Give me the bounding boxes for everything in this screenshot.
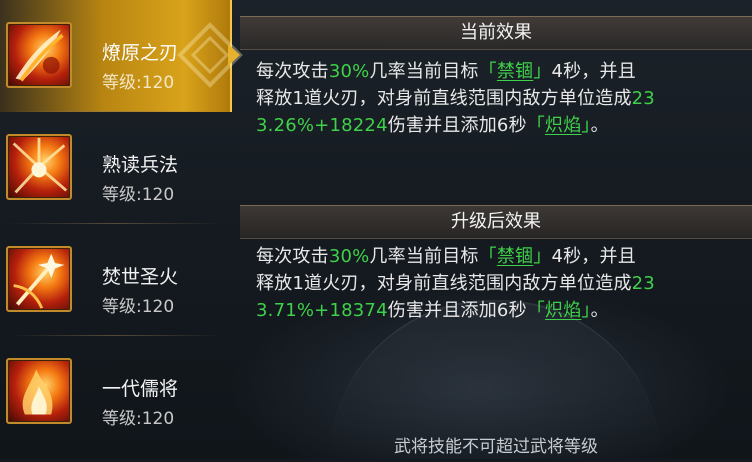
flame-blade-icon (6, 22, 72, 88)
skill-item-2[interactable]: 焚世圣火 等级:120 (0, 224, 232, 336)
imprison-link[interactable]: 「禁锢」 (479, 61, 552, 82)
selection-pointer (228, 44, 240, 66)
skill-item-1[interactable]: 熟读兵法 等级:120 (0, 112, 232, 224)
skill-level: 等级:120 (102, 73, 175, 93)
imprison-link[interactable]: 「禁锢」 (479, 246, 552, 267)
text: 每次攻击 (256, 61, 329, 82)
text: 释放1道火刃，对身前直线范围内敌方单位造成 (256, 88, 632, 109)
text: 4秒，并且 (551, 61, 636, 82)
current-effect-title: 当前效果 (240, 16, 752, 50)
skill-item-3[interactable]: 一代儒将 等级:120 (0, 336, 232, 448)
text: 。 (590, 300, 609, 321)
text: 伤害并且添加6秒 (387, 115, 527, 136)
damage-value: 3.71%+18374 (256, 300, 388, 321)
text: 几率当前目标 (369, 61, 479, 82)
text: 释放1道火刃，对身前直线范围内敌方单位造成 (256, 273, 632, 294)
chance-value: 30% (328, 61, 370, 82)
blaze-link[interactable]: 「炽焰」 (527, 115, 591, 136)
skill-name: 一代儒将 (102, 378, 179, 400)
skill-name: 熟读兵法 (102, 154, 179, 176)
damage-value: 3.26%+18224 (256, 115, 388, 136)
text: 每次攻击 (256, 246, 329, 267)
skill-name: 燎原之刃 (102, 42, 179, 64)
holy-fire-icon (6, 246, 72, 312)
text: 。 (590, 115, 609, 136)
skill-level: 等级:120 (102, 297, 175, 317)
skill-level: 等级:120 (102, 185, 175, 205)
footer-note: 武将技能不可超过武将等级 (394, 437, 598, 457)
blaze-link[interactable]: 「炽焰」 (527, 300, 591, 321)
damage-value: 23 (631, 273, 655, 294)
upgraded-effect-title: 升级后效果 (240, 205, 752, 239)
text: 伤害并且添加6秒 (387, 300, 527, 321)
fire-burst-icon (6, 134, 72, 200)
upgraded-effect-description: 每次攻击30%几率当前目标「禁锢」4秒，并且 释放1道火刃，对身前直线范围内敌方… (256, 243, 726, 324)
skill-item-0[interactable]: 燎原之刃 等级:120 (0, 0, 243, 112)
damage-value: 23 (631, 88, 655, 109)
chance-value: 30% (328, 246, 370, 267)
skill-level: 等级:120 (102, 409, 175, 429)
skill-list: 燎原之刃 等级:120 熟读兵法 等级:120 焚世圣火 等级:120 一代儒将… (0, 0, 243, 459)
text: 几率当前目标 (369, 246, 479, 267)
text: 4秒，并且 (551, 246, 636, 267)
scholar-general-icon (6, 358, 72, 424)
current-effect-description: 每次攻击30%几率当前目标「禁锢」4秒，并且 释放1道火刃，对身前直线范围内敌方… (256, 58, 726, 139)
skill-name: 焚世圣火 (102, 266, 179, 288)
